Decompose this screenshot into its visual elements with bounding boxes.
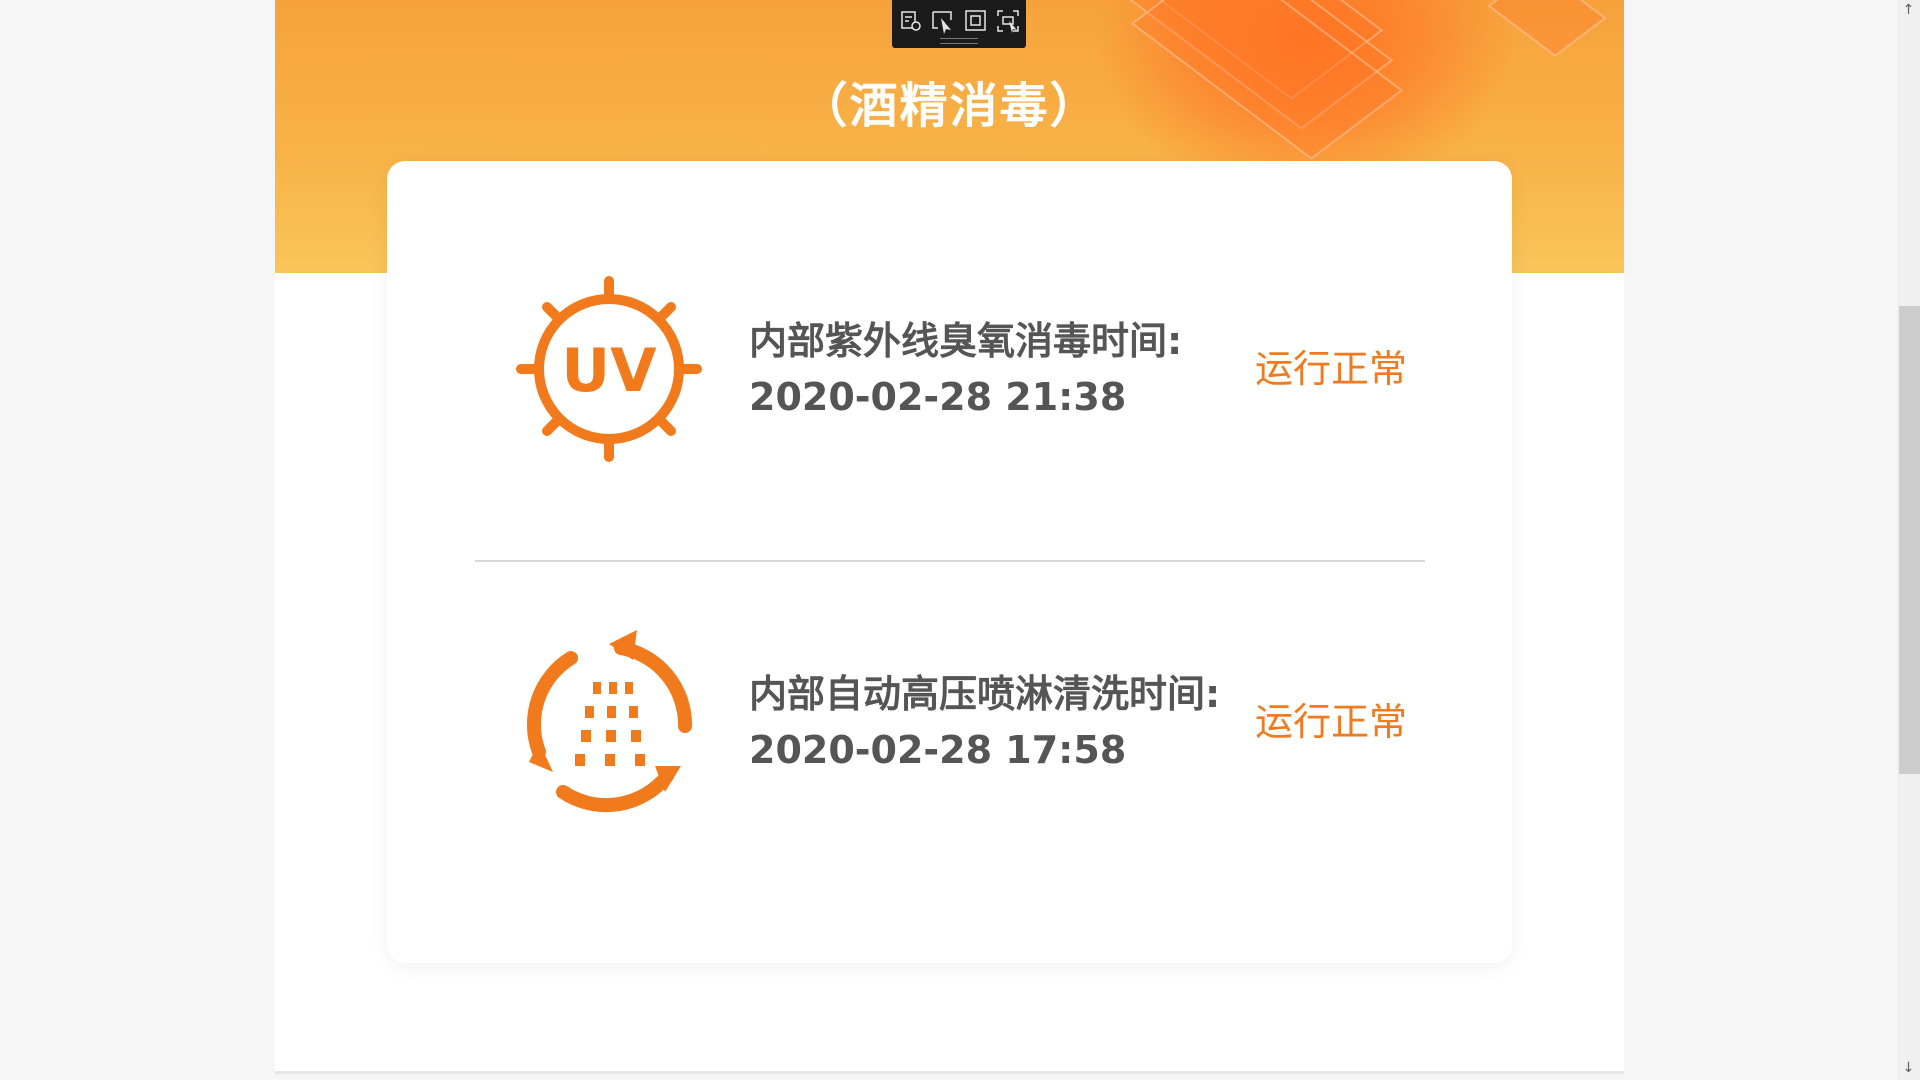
scroll-up-arrow[interactable]: ↑ (1897, 0, 1920, 20)
page-bottom-border (275, 1071, 1624, 1074)
scroll-down-arrow[interactable]: ↓ (1897, 1058, 1920, 1078)
select-pointer-icon[interactable] (930, 8, 956, 34)
status-badge: 运行正常 (1255, 347, 1408, 391)
toolbar-drag-handle[interactable] (940, 38, 978, 44)
scroll-thumb[interactable] (1899, 306, 1920, 774)
hero-subtitle: （酒精消毒） (799, 78, 1100, 134)
item-label: 内部自动高压喷淋清洗时间: (749, 672, 1221, 716)
square-frame-icon[interactable] (963, 8, 989, 34)
uv-icon-label: UV (561, 336, 657, 406)
list-item: UV 内部紫外线臭氧消毒时间: 2020-02-28 21:38 运行正常 (387, 269, 1512, 489)
divider (475, 560, 1425, 562)
status-badge: 运行正常 (1255, 700, 1408, 744)
fit-screen-icon[interactable] (995, 8, 1021, 34)
item-time: 2020-02-28 17:58 (749, 728, 1127, 772)
item-label: 内部紫外线臭氧消毒时间: (749, 319, 1183, 363)
item-text: 内部紫外线臭氧消毒时间: 2020-02-28 21:38 (749, 313, 1182, 425)
spray-cycle-icon (526, 630, 693, 813)
floating-toolbar (892, 0, 1026, 48)
settings-icon[interactable] (898, 8, 924, 34)
status-card: UV 内部紫外线臭氧消毒时间: 2020-02-28 21:38 运行正常 内部… (387, 161, 1512, 963)
page: （酒精消毒） UV 内部紫外线臭氧消毒时间: 2020-02-28 21:38 … (275, 0, 1624, 1071)
vertical-scrollbar[interactable]: ↑ ↓ (1897, 0, 1920, 1080)
uv-icon: UV (516, 276, 702, 462)
item-time: 2020-02-28 21:38 (749, 375, 1127, 419)
item-text: 内部自动高压喷淋清洗时间: 2020-02-28 17:58 (749, 666, 1220, 778)
list-item: 内部自动高压喷淋清洗时间: 2020-02-28 17:58 运行正常 (387, 622, 1512, 842)
